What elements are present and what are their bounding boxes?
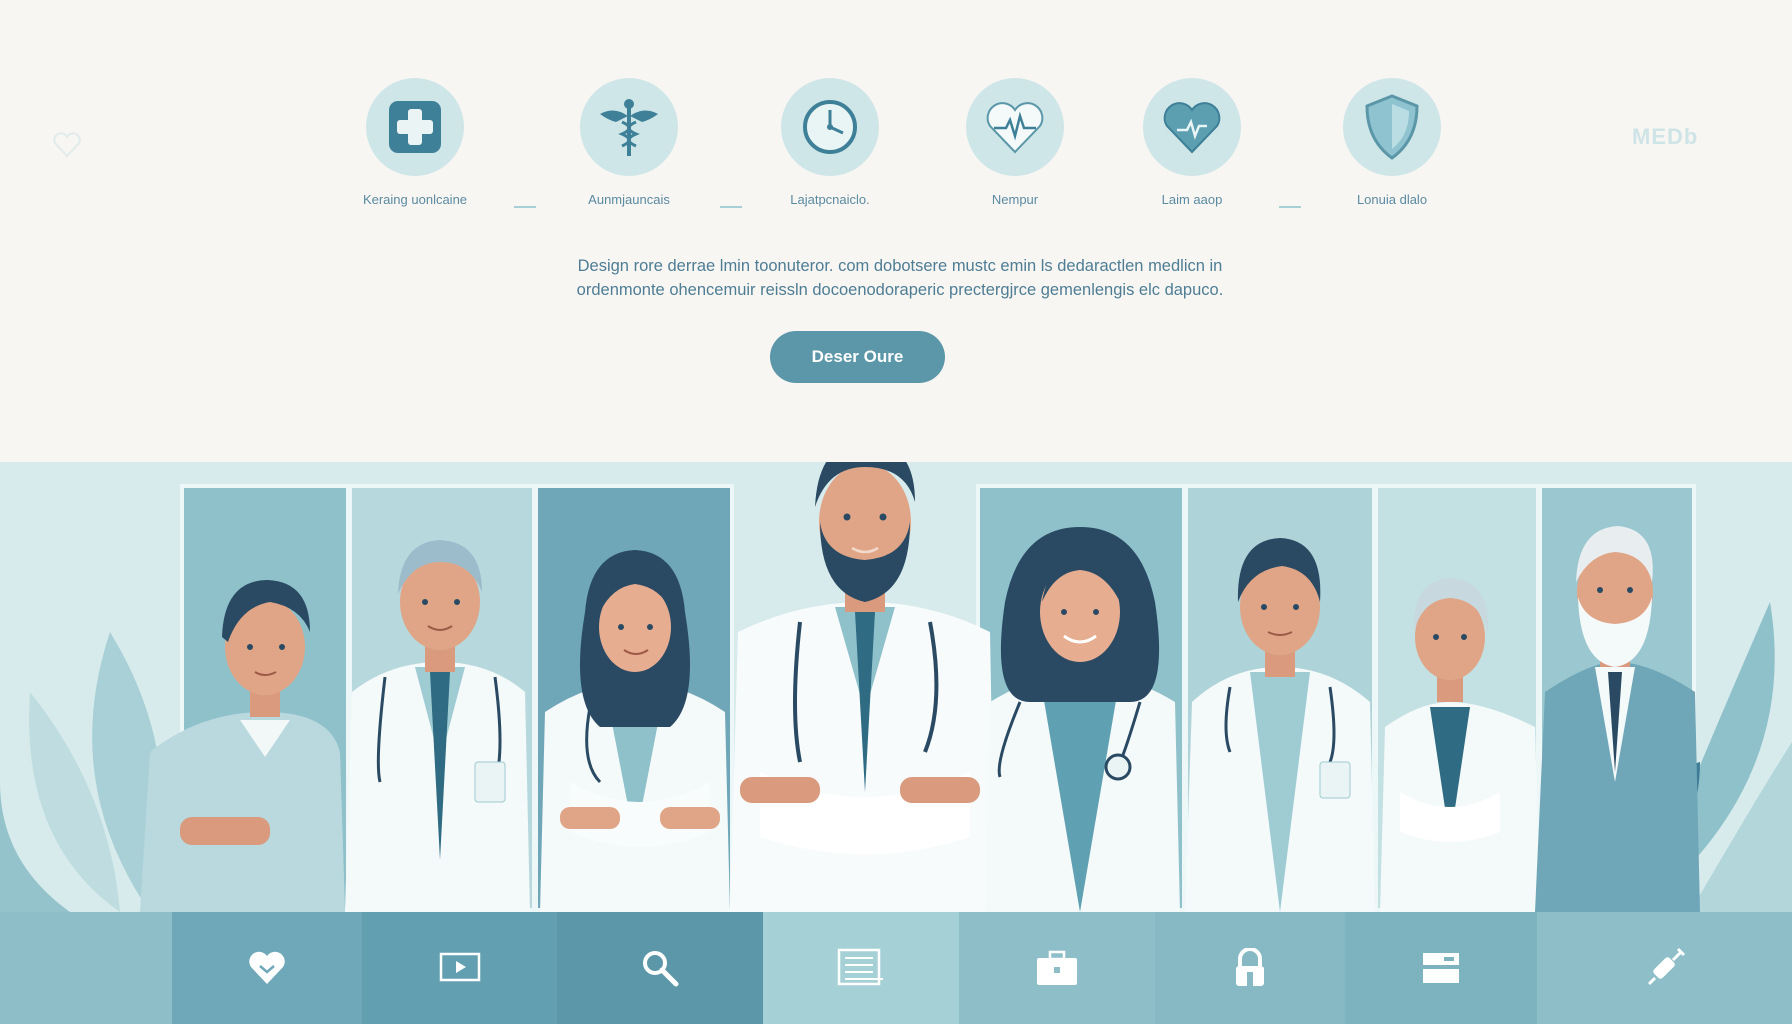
doctor-figure [730, 462, 995, 912]
team-illustration [0, 462, 1792, 912]
lock-icon [1236, 948, 1264, 986]
clock-icon [803, 100, 857, 154]
caduceus-icon [600, 99, 658, 156]
hero-section: MEDb Keraing uonlcaine Aunmjauncais Laja… [0, 0, 1792, 462]
toolbar-button-lock[interactable] [1155, 912, 1345, 1024]
description-line: Design rore derrae lmin toonuteror. com … [577, 257, 1223, 275]
toolbar-button-document[interactable] [763, 912, 959, 1024]
briefcase-icon [1037, 950, 1077, 985]
shield-icon [1365, 94, 1419, 160]
toolbar-button-search[interactable] [557, 912, 763, 1024]
feature-label: Laim aaop [1161, 192, 1223, 207]
video-icon [439, 952, 480, 982]
feature-item[interactable]: Nempur [915, 78, 1115, 207]
feature-item[interactable]: Keraing uonlcaine [315, 78, 515, 207]
medical-cross-icon [389, 101, 441, 153]
feature-label: Lajatpcnaiclo. [790, 192, 870, 207]
card-icon [1423, 953, 1459, 983]
doctor-figure [140, 580, 345, 912]
bottom-toolbar [0, 912, 1792, 1024]
search-icon [643, 951, 679, 987]
feature-item[interactable]: Laim aaop [1092, 78, 1292, 207]
doctor-figure [985, 527, 1180, 912]
toolbar-button-briefcase[interactable] [959, 912, 1155, 1024]
description: Design rore derrae lmin toonuteror. com … [520, 254, 1280, 302]
doctors-group [0, 462, 1792, 912]
document-icon [837, 948, 883, 986]
toolbar-spacer [0, 912, 172, 1024]
description-line: ordenmonte ohencemuir reissln docoenodor… [576, 281, 1224, 299]
feature-icons: Keraing uonlcaine Aunmjauncais Lajatpcna… [0, 78, 1792, 218]
feature-item[interactable]: Lonuia dlalo [1292, 78, 1492, 207]
doctor-figure [345, 540, 530, 912]
feature-label: Keraing uonlcaine [362, 192, 468, 207]
doctor-figure [1185, 538, 1375, 912]
feature-label: Lonuia dlalo [1356, 192, 1428, 207]
toolbar-button-syringe[interactable] [1537, 912, 1792, 1024]
heart-ecg-icon [1163, 102, 1221, 154]
feature-label: Nempur [991, 192, 1039, 207]
doctor-figure [1380, 578, 1540, 912]
toolbar-button-video[interactable] [362, 912, 557, 1024]
doctor-figure [540, 550, 730, 912]
feature-item[interactable]: Aunmjauncais [529, 78, 729, 207]
leaves-left [0, 632, 164, 912]
toolbar-button-heart[interactable] [172, 912, 362, 1024]
feature-label: Aunmjauncais [588, 192, 670, 207]
syringe-icon [1647, 947, 1685, 986]
feature-item[interactable]: Lajatpcnaiclo. [730, 78, 930, 207]
toolbar-button-card[interactable] [1345, 912, 1537, 1024]
heart-icon [249, 951, 285, 984]
cta-button[interactable]: Deser Oure [770, 331, 945, 383]
doctor-figure [1535, 526, 1700, 912]
heart-pulse-icon [986, 102, 1044, 154]
